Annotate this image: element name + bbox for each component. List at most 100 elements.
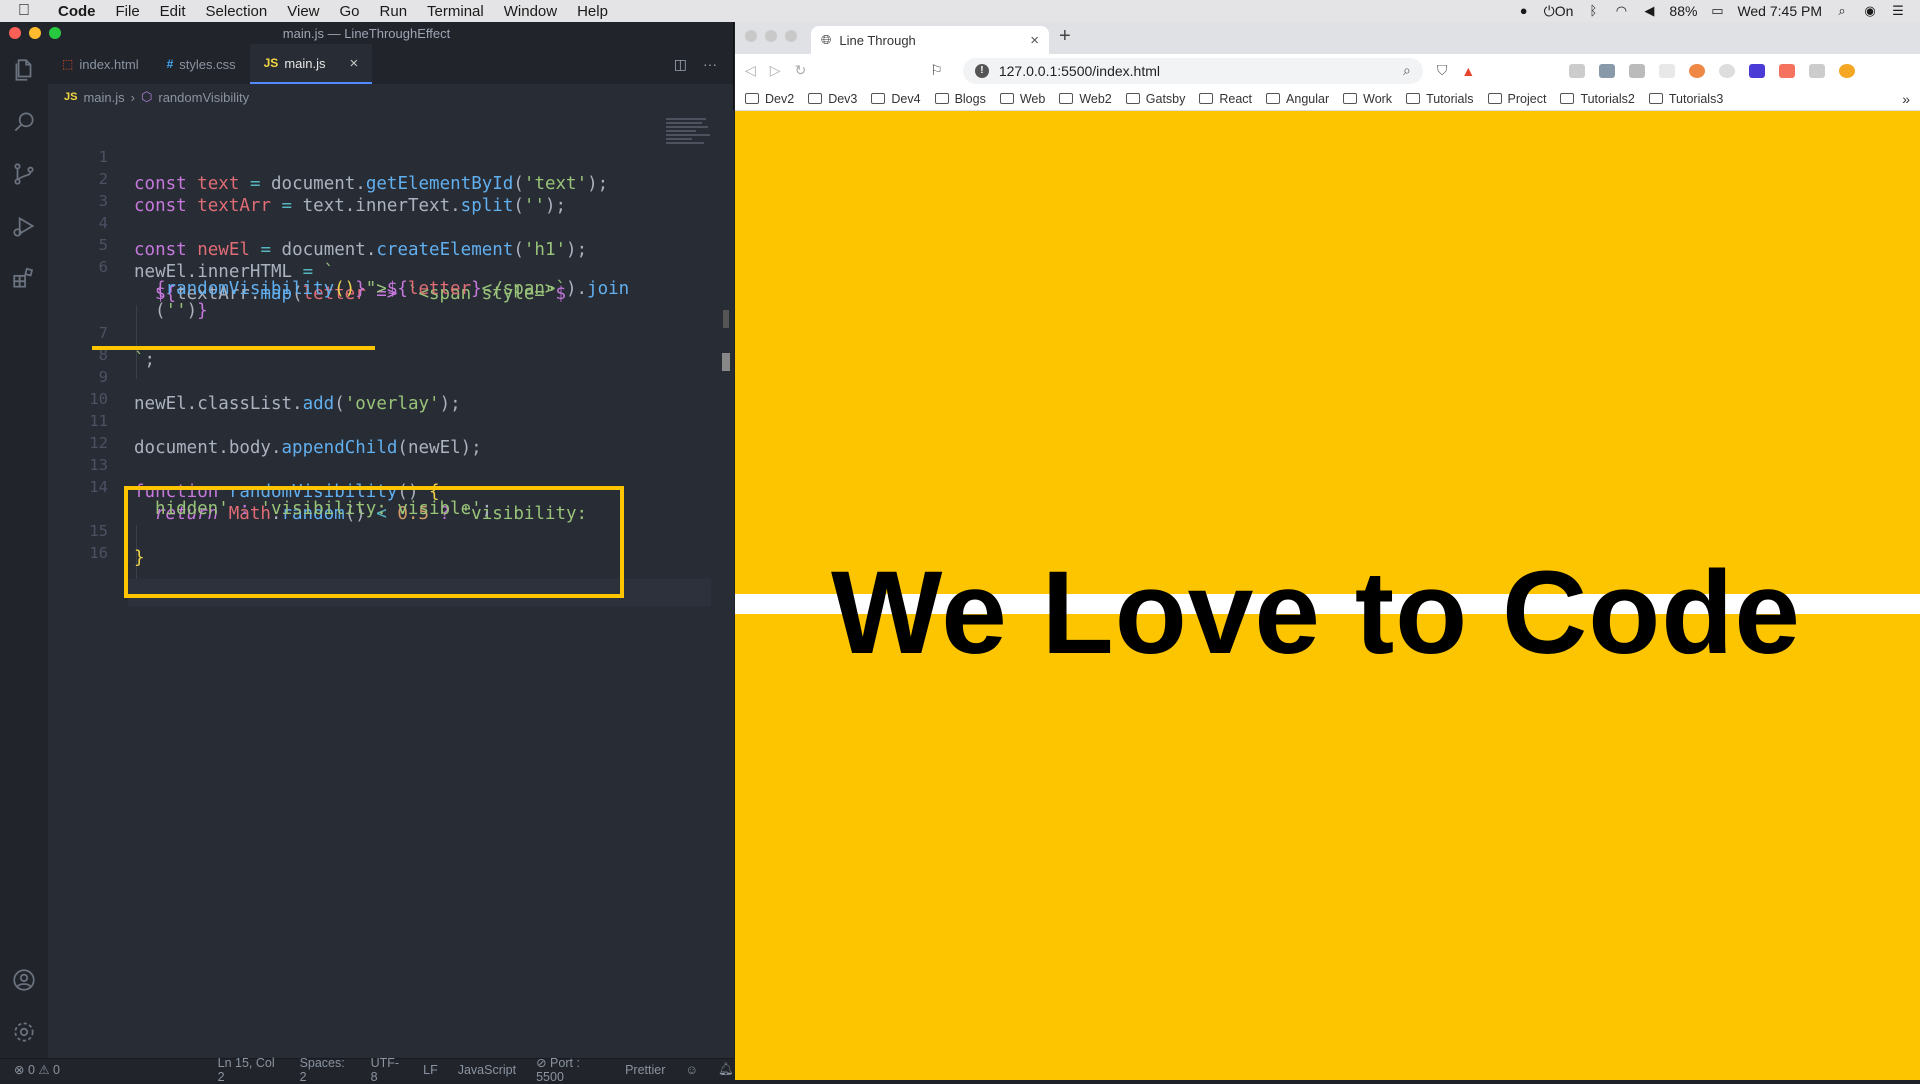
bluetooth-icon[interactable]: ᛒ <box>1585 4 1601 18</box>
siri-icon[interactable]: ◉ <box>1862 4 1878 18</box>
source-control-icon[interactable] <box>0 148 48 200</box>
cursor-position[interactable]: Ln 15, Col 2 <box>218 1056 280 1084</box>
menu-go[interactable]: Go <box>330 3 370 20</box>
color-picker-extension-icon[interactable] <box>1689 63 1706 78</box>
run-debug-icon[interactable] <box>0 200 48 252</box>
bookmark-folder[interactable]: Dev4 <box>871 92 921 106</box>
vertical-scrollbar[interactable] <box>719 110 733 1058</box>
close-window-button[interactable] <box>745 30 757 42</box>
bookmark-folder[interactable]: Tutorials2 <box>1560 92 1635 106</box>
indentation[interactable]: Spaces: 2 <box>300 1056 351 1084</box>
extension-icon[interactable] <box>1599 63 1616 78</box>
address-bar[interactable]: ! 127.0.0.1:5500/index.html ⌕ <box>962 57 1423 84</box>
bookmark-page-icon[interactable]: ⚐ <box>930 62 943 79</box>
bookmark-folder[interactable]: Project <box>1487 92 1546 106</box>
new-tab-button[interactable]: + <box>1059 25 1071 54</box>
code-editor[interactable]: 1 const text = document.getElementById('… <box>48 110 734 1058</box>
bookmark-folder[interactable]: Dev3 <box>808 92 857 106</box>
end-of-line[interactable]: LF <box>423 1063 438 1077</box>
bookmarks-overflow-icon[interactable]: » <box>1902 91 1910 107</box>
reload-icon[interactable]: ↻ <box>795 62 807 79</box>
menu-selection[interactable]: Selection <box>196 3 278 20</box>
spotlight-search-icon[interactable]: ⌕ <box>1834 4 1850 18</box>
apple-menu-icon[interactable]:  <box>0 2 48 20</box>
bookmark-folder[interactable]: Gatsby <box>1125 92 1185 106</box>
volume-icon[interactable]: ◀ <box>1641 4 1657 18</box>
bookmark-folder[interactable]: Blogs <box>934 92 986 106</box>
tab-styles-css[interactable]: # styles.css <box>153 44 250 84</box>
breadcrumb-file[interactable]: main.js <box>83 90 124 105</box>
back-icon[interactable]: ◁ <box>745 62 756 79</box>
menu-window[interactable]: Window <box>494 3 567 20</box>
zoom-icon[interactable]: ⌕ <box>1403 62 1411 79</box>
tab-index-html[interactable]: ⬚ index.html <box>48 44 153 84</box>
zoom-window-button[interactable] <box>785 30 797 42</box>
chevron-right-icon: › <box>130 89 135 105</box>
menu-run[interactable]: Run <box>370 3 418 20</box>
bookmark-folder[interactable]: Angular <box>1266 92 1329 106</box>
extension-icon[interactable] <box>1779 63 1796 78</box>
browser-window: 🌐︎ Line Through × + ◁ ▷ ↻ ⚐ ! 127.0.0.1:… <box>735 22 1920 1080</box>
site-info-icon[interactable]: ! <box>974 63 989 78</box>
browser-tab[interactable]: 🌐︎ Line Through × <box>811 26 1049 54</box>
bookmark-folder[interactable]: React <box>1199 92 1252 106</box>
code-text: newEl.classList.add('overlay'); <box>134 394 461 414</box>
profile-icon[interactable] <box>1839 63 1856 78</box>
close-tab-icon[interactable]: × <box>350 55 359 72</box>
bookmarks-bar: Dev2 Dev3 Dev4 Blogs Web Web2 Gatsby Rea… <box>735 87 1920 111</box>
language-mode[interactable]: JavaScript <box>458 1063 516 1077</box>
settings-gear-icon[interactable] <box>0 1006 48 1058</box>
menu-app-name[interactable]: Code <box>48 3 106 20</box>
record-icon[interactable]: ● <box>1516 4 1532 18</box>
tab-main-js[interactable]: JS main.js × <box>249 44 373 84</box>
prettier-status[interactable]: Prettier <box>625 1063 665 1077</box>
minimize-window-button[interactable] <box>765 30 777 42</box>
close-window-button[interactable] <box>9 27 21 39</box>
menu-file[interactable]: File <box>106 3 150 20</box>
extension-icon[interactable] <box>1659 63 1676 78</box>
clock[interactable]: Wed 7:45 PM <box>1737 3 1822 19</box>
minimap[interactable] <box>666 116 714 150</box>
minimize-window-button[interactable] <box>29 27 41 39</box>
code-text: `; <box>134 350 156 370</box>
extensions-icon[interactable] <box>0 252 48 304</box>
problems-indicator[interactable]: ⊗ 0 ⚠ 0 <box>14 1062 198 1077</box>
bookmark-folder[interactable]: Tutorials <box>1406 92 1474 106</box>
battery-percent[interactable]: 88% <box>1669 3 1697 19</box>
battery-icon[interactable]: ▭ <box>1709 4 1725 18</box>
wifi-icon[interactable]: ◠ <box>1613 4 1629 18</box>
zoom-window-button[interactable] <box>49 27 61 39</box>
brave-rewards-icon[interactable]: ▲ <box>1461 63 1475 79</box>
breadcrumb-symbol[interactable]: randomVisibility <box>158 90 249 105</box>
bookmark-folder[interactable]: Web <box>999 92 1045 106</box>
menu-terminal[interactable]: Terminal <box>417 3 494 20</box>
extension-icon[interactable] <box>1569 63 1586 78</box>
split-editor-icon[interactable]: ◫ <box>674 56 687 73</box>
bookmark-folder[interactable]: Dev2 <box>745 92 794 106</box>
more-actions-icon[interactable]: ··· <box>703 56 717 72</box>
menu-edit[interactable]: Edit <box>150 3 196 20</box>
menu-view[interactable]: View <box>277 3 329 20</box>
feedback-icon[interactable]: ☺ <box>685 1063 698 1077</box>
forward-icon[interactable]: ▷ <box>770 62 781 79</box>
account-icon[interactable] <box>0 954 48 1006</box>
control-center-icon[interactable]: ☰ <box>1890 4 1906 18</box>
encoding[interactable]: UTF-8 <box>371 1056 404 1084</box>
bookmark-folder[interactable]: Work <box>1343 92 1392 106</box>
reading-list-icon[interactable] <box>1809 63 1826 78</box>
code-editor-window: main.js — LineThroughEffect ⬚ index.html… <box>0 22 734 1084</box>
focus-status[interactable]: ⏻On <box>1544 3 1574 20</box>
close-tab-icon[interactable]: × <box>1030 32 1039 49</box>
notifications-bell-icon[interactable]: 🔔︎ <box>718 1062 734 1077</box>
bookmark-folder[interactable]: Web2 <box>1059 92 1112 106</box>
extension-icon[interactable] <box>1629 63 1646 78</box>
menu-help[interactable]: Help <box>567 3 618 20</box>
brave-shield-icon[interactable]: ⛉ <box>1437 62 1448 79</box>
scrollbar-thumb[interactable] <box>723 310 729 328</box>
extension-icon[interactable] <box>1719 63 1736 78</box>
bookmark-folder[interactable]: Tutorials3 <box>1648 92 1723 106</box>
extension-icon[interactable] <box>1749 63 1766 78</box>
explorer-icon[interactable] <box>0 44 48 96</box>
search-icon[interactable] <box>0 96 48 148</box>
focus-status-label: On <box>1554 2 1574 19</box>
